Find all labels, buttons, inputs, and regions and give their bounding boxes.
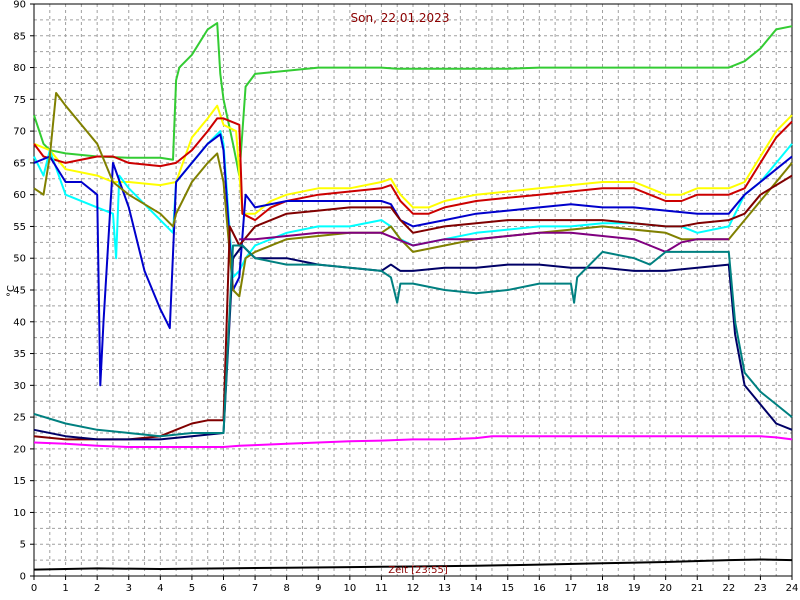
- y-tick-label: 0: [20, 572, 26, 583]
- y-tick-label: 50: [13, 254, 26, 265]
- x-tick-label: 4: [157, 583, 163, 594]
- chart-background: [0, 0, 800, 600]
- x-tick-label: 9: [315, 583, 321, 594]
- y-tick-label: 35: [13, 349, 26, 360]
- y-tick-label: 60: [13, 190, 26, 201]
- x-tick-label: 13: [438, 583, 451, 594]
- y-tick-label: 30: [13, 381, 26, 392]
- x-tick-label: 6: [220, 583, 226, 594]
- y-tick-label: 85: [13, 31, 26, 42]
- x-tick-label: 0: [31, 583, 37, 594]
- y-tick-label: 15: [13, 476, 26, 487]
- line-chart: 0 1 2 3 4 5 6 7 8 9 10 11 12 13 14 15 16 17 18 19 20 21 22 23 24…: [0, 0, 800, 600]
- y-tick-label: 80: [13, 63, 26, 74]
- y-tick-label: 75: [13, 95, 26, 106]
- x-tick-label: 19: [628, 583, 641, 594]
- y-tick-label: 10: [13, 508, 26, 519]
- y-tick-label: 40: [13, 317, 26, 328]
- chart-title: Son, 22.01.2023: [351, 11, 450, 25]
- y-tick-label: 25: [13, 413, 26, 424]
- x-tick-label: 18: [596, 583, 609, 594]
- x-tick-label: 14: [470, 583, 483, 594]
- x-tick-label: 24: [786, 583, 799, 594]
- x-tick-label: 15: [501, 583, 514, 594]
- y-tick-label: 5: [20, 540, 26, 551]
- y-tick-label: 20: [13, 444, 26, 455]
- y-tick-label: 55: [13, 222, 26, 233]
- x-tick-label: 2: [94, 583, 100, 594]
- x-tick-label: 1: [62, 583, 68, 594]
- x-tick-label: 23: [754, 583, 767, 594]
- x-axis-label: Zeit [23:55]: [388, 565, 448, 576]
- x-tick-label: 12: [407, 583, 420, 594]
- x-tick-label: 22: [722, 583, 735, 594]
- x-tick-label: 11: [375, 583, 388, 594]
- y-tick-label: 90: [13, 0, 26, 11]
- chart-root: 0 1 2 3 4 5 6 7 8 9 10 11 12 13 14 15 16 17 18 19 20 21 22 23 24…: [0, 0, 800, 600]
- x-tick-label: 5: [189, 583, 195, 594]
- x-tick-label: 20: [659, 583, 672, 594]
- x-tick-label: 17: [565, 583, 578, 594]
- y-tick-label: 65: [13, 158, 26, 169]
- x-tick-label: 16: [533, 583, 546, 594]
- x-tick-label: 8: [283, 583, 289, 594]
- x-tick-label: 10: [343, 583, 356, 594]
- x-tick-label: 3: [126, 583, 132, 594]
- y-tick-label: 70: [13, 127, 26, 138]
- x-tick-label: 7: [252, 583, 258, 594]
- y-axis-label: °C: [6, 285, 17, 297]
- x-tick-label: 21: [691, 583, 704, 594]
